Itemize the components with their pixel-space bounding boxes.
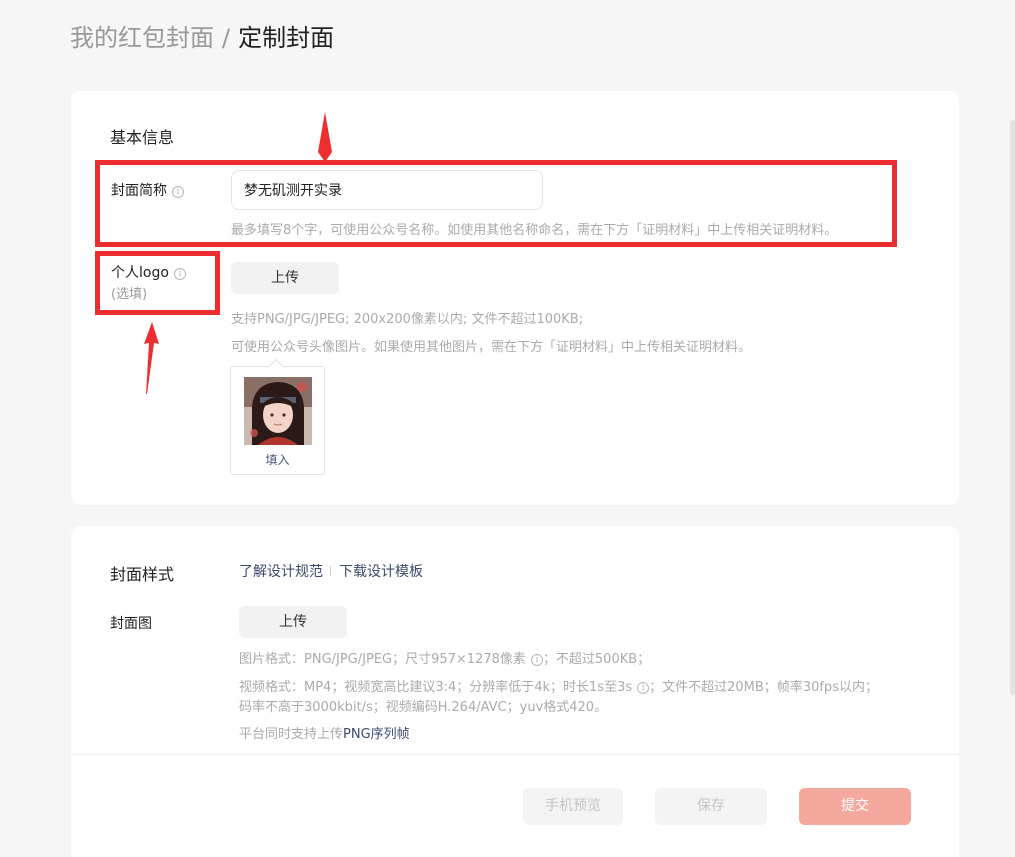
annotation-box-cover-name — [95, 160, 897, 247]
phone-preview-button[interactable]: 手机预览 — [523, 788, 623, 825]
popover-notch — [268, 358, 284, 374]
logo-format-hint: 支持PNG/JPG/JPEG; 200x200像素以内; 文件不超过100KB; — [231, 312, 584, 327]
submit-button[interactable]: 提交 — [799, 788, 911, 825]
design-spec-link[interactable]: 了解设计规范 — [239, 561, 323, 581]
image-format-hint-text: 图片格式：PNG/JPG/JPEG；尺寸957×1278像素 — [239, 652, 526, 667]
avatar[interactable] — [244, 377, 312, 445]
png-sequence-hint-prefix: 平台同时支持上传 — [239, 727, 344, 742]
annotation-arrow-down — [318, 112, 332, 162]
logo-upload-button[interactable]: 上传 — [231, 262, 339, 294]
fill-in-button[interactable]: 填入 — [231, 451, 324, 468]
link-separator — [330, 566, 331, 576]
save-button[interactable]: 保存 — [655, 788, 767, 825]
image-format-hint: 图片格式：PNG/JPG/JPEG；尺寸957×1278像素 i ；不超过500KB… — [239, 648, 650, 667]
annotation-arrow-up — [144, 322, 159, 394]
logo-suggestion-popover: 填入 — [230, 358, 325, 475]
annotation-box-personal-logo — [95, 251, 220, 315]
logo-usage-hint: 可使用公众号头像图片。如果使用其他图片，需在下方「证明材料」中上传相关证明材料。 — [231, 340, 752, 355]
download-template-link[interactable]: 下载设计模板 — [339, 561, 423, 581]
video-encoding-hint: 码率不高于3000kbit/s；视频编码H.264/AVC；yuv格式420。 — [239, 700, 608, 715]
video-format-hint-text: 视频格式：MP4；视频宽高比建议3:4；分辨率低于4k；时长1s至3s — [239, 680, 633, 695]
cover-style-card: 封面样式 了解设计规范 下载设计模板 封面图 上传 图片格式：PNG/JPG/J… — [71, 526, 959, 857]
image-format-hint-tail: ；不超过500KB； — [542, 652, 651, 667]
cover-style-title: 封面样式 — [110, 565, 175, 584]
breadcrumb-parent[interactable]: 我的红包封面 — [70, 24, 214, 52]
cover-image-label: 封面图 — [110, 616, 152, 632]
video-format-hint: 视频格式：MP4；视频宽高比建议3:4；分辨率低于4k；时长1s至3s i ；文件不… — [239, 676, 878, 695]
scrollbar[interactable] — [1010, 120, 1015, 695]
breadcrumb: 我的红包封面 / 定制封面 — [70, 22, 334, 54]
info-icon[interactable]: i — [637, 682, 650, 694]
info-icon[interactable]: i — [530, 654, 543, 666]
footer-divider — [71, 754, 959, 755]
cover-image-upload-button[interactable]: 上传 — [239, 606, 347, 638]
page-title: 定制封面 — [238, 24, 335, 52]
png-sequence-link[interactable]: PNG序列帧 — [343, 727, 410, 742]
png-sequence-hint: 平台同时支持上传PNG序列帧 — [239, 723, 410, 742]
video-format-hint-tail: ；文件不超过20MB；帧率30fps以内； — [649, 680, 878, 695]
basic-info-title: 基本信息 — [110, 128, 175, 147]
breadcrumb-separator: / — [222, 24, 231, 52]
